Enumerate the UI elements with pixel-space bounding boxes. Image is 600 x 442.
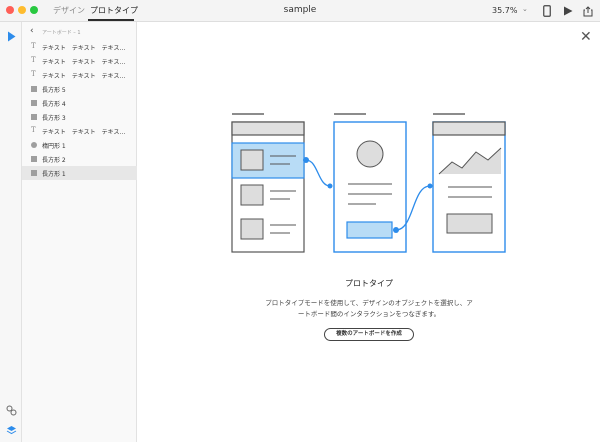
layer-label: テキスト テキスト テキス… <box>42 129 126 136</box>
title-bar: デザイン プロトタイプ sample 35.7% ⌄ <box>0 0 600 22</box>
layers-panel: ‹ アートボード – 1 T テキスト テキスト テキス… T テキスト テキスト テ… <box>22 22 137 442</box>
prototype-title: プロトタイプ <box>345 279 393 288</box>
rectangle-layer-icon <box>31 170 37 176</box>
layer-item[interactable]: 楕円形 1 <box>22 138 137 152</box>
canvas: ✕ プロトタイプ プロトタイプモードを使用して、デザインのオブジェクトを選択し、… <box>138 22 600 442</box>
device-preview-icon[interactable] <box>540 4 554 18</box>
artboard-header[interactable]: ‹ アートボード – 1 <box>22 26 137 40</box>
layer-item[interactable]: T テキスト テキスト テキス… <box>22 124 137 138</box>
layer-item[interactable]: 長方形 2 <box>22 152 137 166</box>
layer-item[interactable]: T テキスト テキスト テキス… <box>22 68 137 82</box>
layer-label: 長方形 2 <box>42 157 66 164</box>
layer-label: テキスト テキスト テキス… <box>42 73 126 80</box>
artboard-name: アートボード – 1 <box>42 30 81 36</box>
rectangle-layer-icon <box>31 156 37 162</box>
layers-icon[interactable] <box>3 422 19 438</box>
text-layer-icon: T <box>31 126 36 134</box>
share-icon[interactable] <box>581 4 595 18</box>
prototype-description: プロトタイプモードを使用して、デザインのオブジェクトを選択し、アートボード間のイ… <box>265 299 473 318</box>
layer-item[interactable]: 長方形 1 <box>22 166 137 180</box>
rectangle-layer-icon <box>31 86 37 92</box>
plugins-icon[interactable] <box>3 402 19 418</box>
layer-label: 長方形 5 <box>42 87 66 94</box>
text-layer-icon: T <box>31 70 36 78</box>
chevron-down-icon[interactable]: ⌄ <box>522 5 528 13</box>
play-icon[interactable] <box>561 4 575 18</box>
left-toolbar <box>0 22 22 442</box>
layer-label: テキスト テキスト テキス… <box>42 59 126 66</box>
text-layer-icon: T <box>31 42 36 50</box>
select-tool-icon[interactable] <box>3 28 19 44</box>
rectangle-layer-icon <box>31 114 37 120</box>
layer-label: テキスト テキスト テキス… <box>42 45 126 52</box>
ellipse-layer-icon <box>31 142 37 148</box>
layer-item[interactable]: 長方形 4 <box>22 96 137 110</box>
layer-item[interactable]: T テキスト テキスト テキス… <box>22 54 137 68</box>
layer-label: 長方形 1 <box>42 171 66 178</box>
active-tab-indicator <box>88 19 134 21</box>
layer-label: 楕円形 1 <box>42 143 66 150</box>
create-artboards-button[interactable]: 複数のアートボードを作成 <box>324 328 414 341</box>
rectangle-layer-icon <box>31 100 37 106</box>
close-icon[interactable]: ✕ <box>580 30 592 44</box>
layer-label: 長方形 3 <box>42 115 66 122</box>
text-layer-icon: T <box>31 56 36 64</box>
layer-item[interactable]: 長方形 3 <box>22 110 137 124</box>
layer-label: 長方形 4 <box>42 101 66 108</box>
chevron-left-icon[interactable]: ‹ <box>30 26 34 36</box>
prototype-illustration <box>231 113 506 253</box>
layer-item[interactable]: 長方形 5 <box>22 82 137 96</box>
layer-item[interactable]: T テキスト テキスト テキス… <box>22 40 137 54</box>
layer-list: T テキスト テキスト テキス… T テキスト テキスト テキス… T テキスト テキスト… <box>22 40 137 180</box>
